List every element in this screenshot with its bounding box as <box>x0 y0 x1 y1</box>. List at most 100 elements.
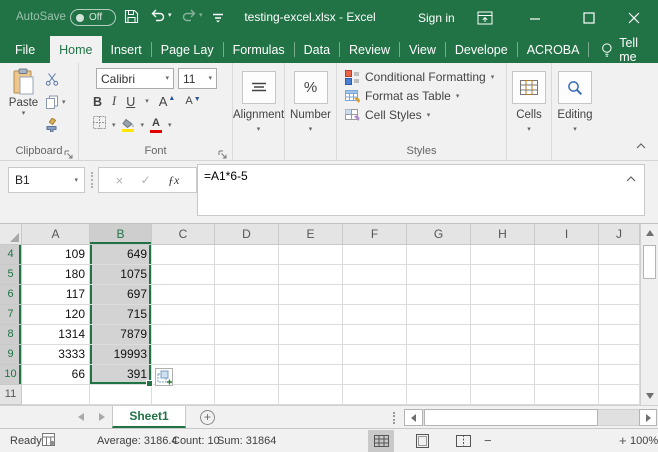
cell[interactable] <box>599 325 640 345</box>
tab-review[interactable]: Review <box>340 36 399 63</box>
cell[interactable] <box>535 385 599 405</box>
expand-formula-bar-icon[interactable] <box>626 171 636 185</box>
scroll-right-button[interactable] <box>639 409 657 426</box>
cell[interactable] <box>343 365 407 385</box>
cell[interactable] <box>343 385 407 405</box>
cell[interactable] <box>215 385 279 405</box>
cell-A8[interactable]: 1314 <box>22 325 90 345</box>
cut-button[interactable] <box>45 71 66 87</box>
column-header-G[interactable]: G <box>407 224 471 245</box>
page-layout-view-button[interactable] <box>409 430 435 452</box>
scroll-left-button[interactable] <box>404 409 423 426</box>
sheet-tab-sheet1[interactable]: Sheet1 <box>112 406 186 428</box>
save-icon[interactable] <box>124 9 139 24</box>
column-header-A[interactable]: A <box>22 224 90 245</box>
clipboard-dialog-launcher-icon[interactable] <box>64 146 74 156</box>
row-header-11[interactable]: 11 <box>0 385 22 405</box>
editing-button[interactable] <box>558 71 592 104</box>
font-color-button[interactable]: A <box>150 118 162 133</box>
zoom-out-button[interactable]: − <box>484 433 492 448</box>
cell[interactable] <box>407 325 471 345</box>
italic-button[interactable]: I <box>112 94 116 109</box>
cell-A7[interactable]: 120 <box>22 305 90 325</box>
cell[interactable] <box>599 345 640 365</box>
column-header-I[interactable]: I <box>535 224 599 245</box>
tab-file[interactable]: File <box>0 36 50 63</box>
alignment-dropdown-icon[interactable]: ▾ <box>233 125 284 133</box>
column-header-E[interactable]: E <box>279 224 343 245</box>
page-break-preview-button[interactable] <box>450 430 476 452</box>
cell[interactable] <box>215 325 279 345</box>
cell[interactable] <box>407 265 471 285</box>
autosave-toggle[interactable]: Off <box>70 9 116 26</box>
row-header-8[interactable]: 8 <box>0 325 22 345</box>
formula-input[interactable]: =A1*6-5 <box>197 164 645 216</box>
cell[interactable] <box>279 325 343 345</box>
cell[interactable] <box>599 265 640 285</box>
conditional-formatting-button[interactable]: Conditional Formatting ▾ <box>345 68 494 86</box>
tab-data[interactable]: Data <box>295 36 339 63</box>
collapse-ribbon-icon[interactable] <box>636 136 646 154</box>
cell[interactable] <box>535 345 599 365</box>
cell[interactable] <box>535 285 599 305</box>
cell[interactable] <box>471 365 535 385</box>
cell[interactable] <box>407 365 471 385</box>
new-sheet-button[interactable]: + <box>200 410 215 425</box>
cell[interactable] <box>279 385 343 405</box>
status-sum[interactable]: Sum: 31864 <box>217 435 276 447</box>
cell[interactable] <box>407 345 471 365</box>
cell-B5[interactable]: 1075 <box>90 265 152 285</box>
minimize-button[interactable] <box>524 8 546 28</box>
cell[interactable] <box>343 245 407 265</box>
cell[interactable] <box>343 265 407 285</box>
cell[interactable] <box>407 285 471 305</box>
cell-B11[interactable] <box>90 385 152 405</box>
cell-A5[interactable]: 180 <box>22 265 90 285</box>
cell[interactable] <box>215 365 279 385</box>
select-all-button[interactable] <box>0 224 22 245</box>
cell[interactable] <box>535 305 599 325</box>
font-dialog-launcher-icon[interactable] <box>218 146 228 156</box>
cell[interactable] <box>471 245 535 265</box>
cell[interactable] <box>471 325 535 345</box>
cell-A11[interactable] <box>22 385 90 405</box>
cell[interactable] <box>599 285 640 305</box>
cell[interactable] <box>215 265 279 285</box>
number-dropdown-icon[interactable]: ▾ <box>285 125 336 133</box>
format-painter-button[interactable] <box>45 117 66 133</box>
tab-view[interactable]: View <box>400 36 445 63</box>
cell[interactable] <box>279 245 343 265</box>
borders-dropdown-icon[interactable]: ▾ <box>112 122 116 129</box>
scroll-up-icon[interactable] <box>646 230 654 236</box>
status-count[interactable]: Count: 10 <box>172 435 220 447</box>
ribbon-display-options-icon[interactable] <box>474 8 496 28</box>
name-box-dropdown-icon[interactable]: ▾ <box>74 177 78 184</box>
cell[interactable] <box>599 385 640 405</box>
cell[interactable] <box>535 265 599 285</box>
cell-A6[interactable]: 117 <box>22 285 90 305</box>
underline-dropdown-icon[interactable]: ▾ <box>145 98 149 105</box>
tab-home[interactable]: Home <box>50 36 101 63</box>
column-header-D[interactable]: D <box>215 224 279 245</box>
cell[interactable] <box>471 285 535 305</box>
insert-function-button[interactable]: ƒx <box>168 173 179 188</box>
cell[interactable] <box>152 385 215 405</box>
zoom-level[interactable]: 100% <box>630 435 658 447</box>
cell[interactable] <box>343 285 407 305</box>
row-header-4[interactable]: 4 <box>0 245 22 265</box>
cell[interactable] <box>471 305 535 325</box>
cell-styles-button[interactable]: Cell Styles ▾ <box>345 106 430 124</box>
cell-B6[interactable]: 697 <box>90 285 152 305</box>
name-box[interactable]: B1 ▾ <box>8 167 85 193</box>
row-header-5[interactable]: 5 <box>0 265 22 285</box>
cell-B8[interactable]: 7879 <box>90 325 152 345</box>
tell-me-box[interactable]: Tell me <box>601 36 658 63</box>
bold-button[interactable]: B <box>93 95 102 109</box>
copy-button[interactable]: ▾ <box>45 94 66 110</box>
decrease-font-size-button[interactable]: A▼ <box>185 96 200 107</box>
cell[interactable] <box>279 265 343 285</box>
tab-scrollbar-divider[interactable] <box>393 412 395 424</box>
cell-A10[interactable]: 66 <box>22 365 90 385</box>
borders-icon[interactable] <box>93 116 106 134</box>
maximize-button[interactable] <box>578 8 600 28</box>
